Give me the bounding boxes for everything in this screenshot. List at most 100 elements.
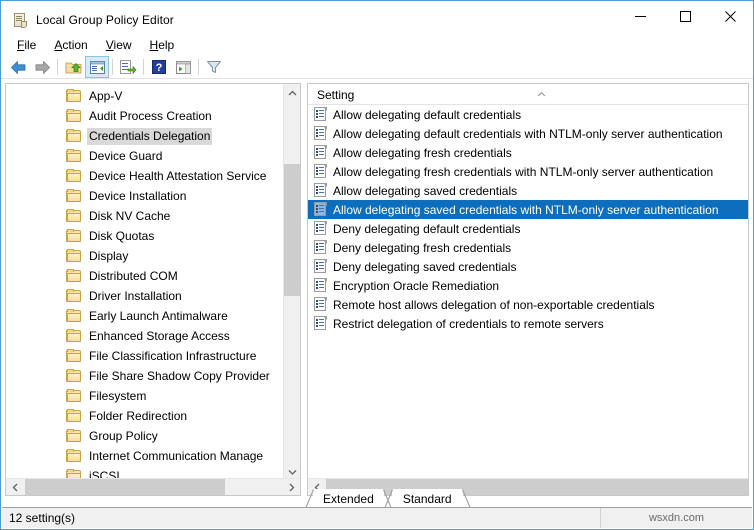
back-button[interactable] — [6, 56, 30, 78]
settings-list-row[interactable]: Allow delegating fresh credentials — [308, 143, 748, 162]
console-tree[interactable]: App-V Audit Process Creation Credentials D… — [6, 86, 282, 479]
settings-list-row-label: Allow delegating saved credentials with … — [333, 202, 719, 217]
folder-icon — [66, 149, 82, 163]
tree-item[interactable]: Distributed COM — [6, 266, 282, 286]
folder-icon — [66, 169, 82, 183]
tree-item-label: Device Health Attestation Service — [89, 168, 267, 183]
settings-list[interactable]: Allow delegating default credentials Allo… — [308, 105, 748, 473]
sort-ascending-icon — [536, 85, 547, 103]
menu-view-rest: iew — [113, 38, 132, 52]
maximize-button[interactable] — [663, 1, 708, 32]
settings-list-row[interactable]: Deny delegating fresh credentials — [308, 238, 748, 257]
menu-help[interactable]: Help — [141, 36, 184, 54]
tree-scrollbar-thumb[interactable] — [284, 164, 300, 296]
funnel-filter-icon — [207, 61, 221, 73]
tree-item[interactable]: File Share Shadow Copy Provider — [6, 366, 282, 386]
tree-item[interactable]: App-V — [6, 86, 282, 106]
tree-item[interactable]: Driver Installation — [6, 286, 282, 306]
folder-icon — [66, 389, 82, 403]
folder-icon — [66, 449, 82, 463]
tree-item[interactable]: Filesystem — [6, 386, 282, 406]
show-hide-console-tree-button[interactable] — [85, 56, 109, 78]
policy-setting-icon — [314, 316, 327, 331]
list-column-header[interactable]: Setting — [308, 84, 748, 105]
tree-item[interactable]: Device Health Attestation Service — [6, 166, 282, 186]
settings-list-row[interactable]: Allow delegating default credentials — [308, 105, 748, 124]
tree-scroll-right-button[interactable] — [283, 479, 300, 495]
tree-item[interactable]: Device Installation — [6, 186, 282, 206]
menu-file[interactable]: File — [8, 36, 45, 54]
title-bar: Local Group Policy Editor — [1, 1, 753, 38]
tree-item[interactable]: Internet Communication Manage — [6, 446, 282, 466]
tree-item[interactable]: File Classification Infrastructure — [6, 346, 282, 366]
tree-item[interactable]: Audit Process Creation — [6, 106, 282, 126]
tab-standard[interactable]: Standard — [384, 489, 471, 508]
policy-document-icon — [12, 12, 28, 28]
settings-list-row-label: Allow delegating default credentials wit… — [333, 126, 723, 141]
toolbar-separator-2 — [112, 59, 113, 75]
minimize-button[interactable] — [618, 1, 663, 32]
settings-list-row[interactable]: Restrict delegation of credentials to re… — [308, 314, 748, 333]
policy-setting-icon — [314, 107, 327, 122]
policy-setting-icon — [314, 183, 327, 198]
help-button[interactable]: ? — [147, 56, 171, 78]
up-one-level-button[interactable] — [61, 56, 85, 78]
tree-item[interactable]: Credentials Delegation — [6, 126, 282, 146]
show-action-pane-button[interactable] — [171, 56, 195, 78]
settings-list-row-label: Remote host allows delegation of non-exp… — [333, 297, 655, 312]
folder-icon — [66, 289, 82, 303]
tree-scroll-left-button[interactable] — [6, 479, 23, 495]
settings-list-row[interactable]: Allow delegating saved credentials — [308, 181, 748, 200]
folder-icon — [66, 89, 82, 103]
close-button[interactable] — [708, 1, 753, 32]
menu-view[interactable]: View — [97, 36, 141, 54]
policy-setting-icon — [314, 240, 327, 255]
forward-button[interactable] — [30, 56, 54, 78]
filter-button[interactable] — [202, 56, 226, 78]
tree-horizontal-scrollbar[interactable] — [6, 478, 300, 495]
tree-item[interactable]: Folder Redirection — [6, 406, 282, 426]
settings-list-row[interactable]: Deny delegating default credentials — [308, 219, 748, 238]
arrow-right-icon — [35, 60, 50, 74]
console-tree-icon — [89, 60, 105, 74]
menu-action[interactable]: Action — [45, 36, 96, 54]
settings-list-row[interactable]: Allow delegating default credentials wit… — [308, 124, 748, 143]
tree-scroll-up-button[interactable] — [284, 84, 300, 101]
folder-icon — [66, 189, 82, 203]
tree-item[interactable]: Enhanced Storage Access — [6, 326, 282, 346]
tree-item[interactable]: Early Launch Antimalware — [6, 306, 282, 326]
settings-list-row[interactable]: Deny delegating saved credentials — [308, 257, 748, 276]
menu-help-rest: elp — [158, 38, 175, 52]
tree-item[interactable]: Disk Quotas — [6, 226, 282, 246]
settings-list-row[interactable]: Allow delegating saved credentials with … — [308, 200, 748, 219]
settings-list-row[interactable]: Remote host allows delegation of non-exp… — [308, 295, 748, 314]
policy-setting-icon — [314, 164, 327, 179]
folder-icon — [66, 429, 82, 443]
settings-list-row-label: Allow delegating fresh credentials with … — [333, 164, 714, 179]
tab-label: Extended — [323, 491, 374, 506]
settings-list-pane: Setting Allow delegating default credent… — [307, 83, 749, 496]
settings-list-row[interactable]: Allow delegating fresh credentials with … — [308, 162, 748, 181]
tree-vertical-scrollbar[interactable] — [283, 84, 300, 480]
tab-extended[interactable]: Extended — [305, 489, 392, 508]
tree-hscrollbar-thumb[interactable] — [25, 479, 225, 495]
policy-setting-icon — [314, 145, 327, 160]
chevron-up-icon — [288, 90, 297, 95]
tree-item-label: Early Launch Antimalware — [89, 308, 228, 323]
settings-list-row-label: Deny delegating fresh credentials — [333, 240, 512, 255]
tree-item-label: Audit Process Creation — [89, 108, 212, 123]
tree-item[interactable]: Display — [6, 246, 282, 266]
tree-item[interactable]: Group Policy — [6, 426, 282, 446]
export-list-icon — [120, 60, 136, 74]
tree-item[interactable]: Disk NV Cache — [6, 206, 282, 226]
maximize-icon — [680, 11, 691, 22]
tab-left-edge — [305, 489, 314, 508]
export-list-button[interactable] — [116, 56, 140, 78]
column-header-setting: Setting — [317, 88, 355, 102]
settings-list-row-label: Restrict delegation of credentials to re… — [333, 316, 604, 331]
status-bar: 12 setting(s) wsxdn.com — [2, 507, 752, 528]
toolbar-separator-1 — [57, 59, 58, 75]
tab-right-edge — [461, 489, 471, 508]
settings-list-row[interactable]: Encryption Oracle Remediation — [308, 276, 748, 295]
tree-item[interactable]: Device Guard — [6, 146, 282, 166]
